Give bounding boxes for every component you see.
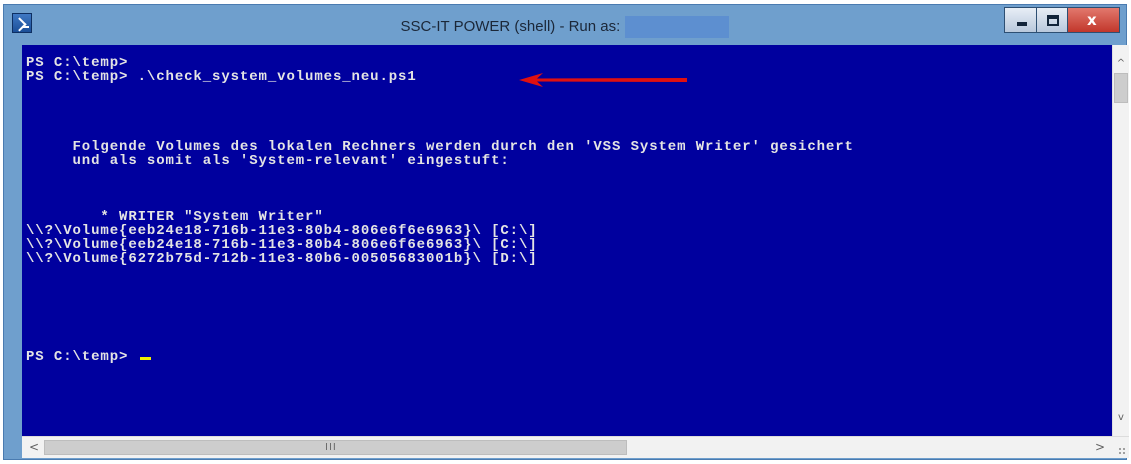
- console-line-1: PS C:\temp>: [26, 55, 129, 71]
- scroll-down-icon[interactable]: v: [1113, 409, 1129, 426]
- text-cursor: [139, 357, 151, 360]
- console-client: PS C:\temp> PS C:\temp> .\check_system_v…: [22, 45, 1129, 458]
- close-button[interactable]: x: [1068, 7, 1120, 33]
- console-line-4: und als somit als 'System-relevant' eing…: [26, 153, 510, 169]
- maximize-icon: [1047, 15, 1059, 26]
- resize-grip-icon[interactable]: [1112, 436, 1129, 458]
- console-prompt-line: PS C:\temp>: [26, 350, 151, 364]
- redacted-username: [625, 16, 730, 38]
- maximize-button[interactable]: [1036, 7, 1068, 33]
- console-output[interactable]: PS C:\temp> PS C:\temp> .\check_system_v…: [22, 45, 1112, 436]
- horizontal-scroll-thumb[interactable]: III: [44, 440, 627, 455]
- vertical-scroll-thumb[interactable]: [1114, 73, 1128, 103]
- prompt-text: PS C:\temp>: [26, 349, 138, 365]
- red-arrow-icon: [519, 73, 687, 87]
- minimize-button[interactable]: [1004, 7, 1036, 33]
- scroll-right-icon[interactable]: >: [1092, 439, 1108, 456]
- scroll-left-icon[interactable]: <: [26, 439, 42, 456]
- vertical-scrollbar[interactable]: ^ v: [1112, 45, 1129, 436]
- horizontal-scrollbar[interactable]: < III >: [22, 436, 1112, 458]
- window-title: SSC-IT POWER (shell) - Run as:: [4, 16, 1126, 38]
- console-line-2: PS C:\temp> .\check_system_volumes_neu.p…: [26, 69, 417, 85]
- window-title-text: SSC-IT POWER (shell) - Run as:: [400, 17, 621, 35]
- console-line-5: * WRITER "System Writer": [26, 209, 324, 225]
- grip-icon: III: [325, 442, 337, 453]
- title-bar[interactable]: SSC-IT POWER (shell) - Run as: x: [4, 5, 1126, 45]
- powershell-window: SSC-IT POWER (shell) - Run as: x PS C:\t…: [3, 4, 1129, 460]
- red-arrow-annotation: [519, 73, 687, 87]
- minimize-icon: [1017, 22, 1027, 26]
- console-line-7: \\?\Volume{eeb24e18-716b-11e3-80b4-806e6…: [26, 237, 538, 253]
- console-line-8: \\?\Volume{6272b75d-712b-11e3-80b6-00505…: [26, 251, 538, 267]
- console-line-3: Folgende Volumes des lokalen Rechners we…: [26, 139, 854, 155]
- console-line-6: \\?\Volume{eeb24e18-716b-11e3-80b4-806e6…: [26, 223, 538, 239]
- close-icon: x: [1087, 11, 1097, 29]
- scroll-up-icon[interactable]: ^: [1113, 55, 1129, 72]
